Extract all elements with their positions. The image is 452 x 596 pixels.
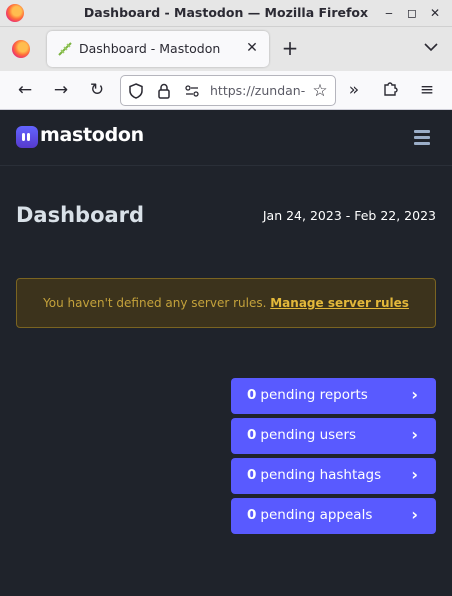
permissions-icon[interactable] xyxy=(183,82,201,100)
page-title: Dashboard xyxy=(16,203,145,227)
maximize-button[interactable]: ◻ xyxy=(403,4,421,22)
logo-wordmark: mastodon xyxy=(40,124,144,146)
tab-dashboard[interactable]: Dashboard - Mastodon ✕ xyxy=(47,31,269,67)
pending-reports-button[interactable]: 0 pending reports › xyxy=(231,378,436,414)
chevron-right-icon: › xyxy=(411,465,418,484)
pending-count: 0 xyxy=(247,467,257,483)
chevron-right-icon: › xyxy=(411,385,418,404)
forward-button[interactable]: → xyxy=(50,79,72,101)
chevron-right-icon: › xyxy=(411,425,418,444)
pending-count: 0 xyxy=(247,427,257,443)
tab-favicon-icon xyxy=(58,42,72,56)
site-header: mastodon xyxy=(0,110,452,166)
back-button[interactable]: ← xyxy=(14,79,36,101)
list-all-tabs-button[interactable] xyxy=(421,39,441,59)
tab-title: Dashboard - Mastodon xyxy=(79,41,221,56)
url-text[interactable]: https://zundan-ma xyxy=(210,83,306,98)
mastodon-logo-icon xyxy=(16,126,38,148)
puzzle-piece-icon xyxy=(384,82,398,96)
chevron-down-icon xyxy=(424,43,438,52)
hamburger-menu-icon[interactable] xyxy=(414,130,432,146)
pending-count: 0 xyxy=(247,507,257,523)
app-menu-button[interactable]: ≡ xyxy=(416,79,438,101)
pending-label: pending hashtags xyxy=(260,467,382,483)
pending-users-button[interactable]: 0 pending users › xyxy=(231,418,436,454)
window-titlebar: Dashboard - Mastodon — Mozilla Firefox ‒… xyxy=(0,0,452,27)
firefox-view-icon[interactable] xyxy=(12,40,30,58)
bookmark-star-icon[interactable]: ☆ xyxy=(311,82,329,100)
tracking-protection-shield-icon[interactable] xyxy=(127,82,145,100)
pending-label: pending appeals xyxy=(260,507,373,523)
server-rules-warning: You haven't defined any server rules. Ma… xyxy=(16,278,436,328)
manage-server-rules-link[interactable]: Manage server rules xyxy=(270,296,409,310)
navigation-toolbar: ← → ↻ https://zundan-ma ☆ » ≡ xyxy=(0,71,452,110)
close-window-button[interactable]: ✕ xyxy=(426,4,444,22)
lock-icon[interactable] xyxy=(155,82,173,100)
reload-button[interactable]: ↻ xyxy=(86,79,108,101)
overflow-chevron-button[interactable]: » xyxy=(343,79,365,101)
pending-appeals-button[interactable]: 0 pending appeals › xyxy=(231,498,436,534)
pending-label: pending reports xyxy=(260,387,368,403)
chevron-right-icon: › xyxy=(411,505,418,524)
page-content: mastodon Dashboard Jan 24, 2023 - Feb 22… xyxy=(0,110,452,594)
extensions-button[interactable] xyxy=(380,79,402,101)
pending-hashtags-button[interactable]: 0 pending hashtags › xyxy=(231,458,436,494)
tab-bar: Dashboard - Mastodon ✕ + xyxy=(0,27,452,71)
pending-label: pending users xyxy=(260,427,357,443)
date-range: Jan 24, 2023 - Feb 22, 2023 xyxy=(262,208,436,223)
url-bar[interactable]: https://zundan-ma ☆ xyxy=(120,75,336,106)
new-tab-button[interactable]: + xyxy=(280,38,300,59)
minimize-button[interactable]: ‒ xyxy=(380,4,398,22)
tab-close-icon[interactable]: ✕ xyxy=(243,39,261,57)
pending-count: 0 xyxy=(247,387,257,403)
warning-text: You haven't defined any server rules. xyxy=(43,296,267,310)
